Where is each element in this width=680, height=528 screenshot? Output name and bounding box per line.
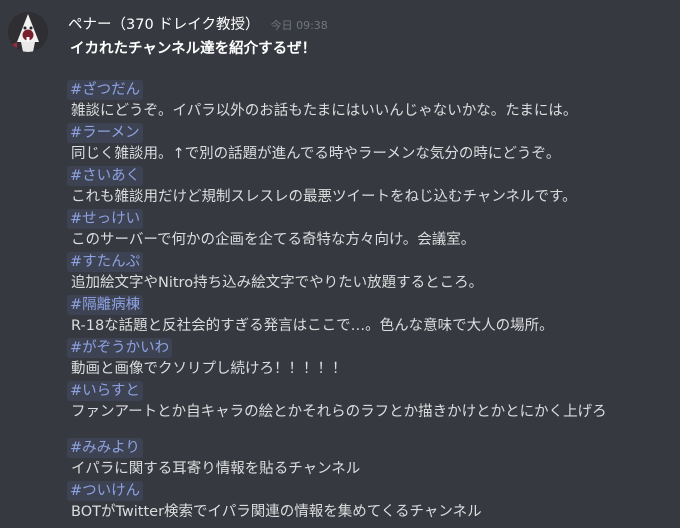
channel-description: 同じく雑談用。↑で別の話題が進んでる時やラーメンな気分の時にどうぞ。 [71, 146, 561, 162]
chat-message: ペナー（370 ドレイク教授） 今日 09:38 イカれたチャンネル達を紹介する… [0, 0, 680, 528]
channel-description: 追加絵文字やNitro持ち込み絵文字でやりたい放題するところ。 [71, 275, 484, 291]
message-timestamp: 今日 09:38 [270, 19, 328, 32]
channel-entry-sekkei: #せっけい このサーバーで何かの企画を企てる奇特な方々向け。会議室。 [67, 208, 678, 251]
channel-entry-tsuiken: #ついけん BOTがTwitter検索でイパラ関連の情報を集めてくるチャンネル [67, 480, 678, 523]
channel-description: 動画と画像でクソリプし続けろ！！！！！ [71, 361, 347, 377]
channel-list: #ざつだん 雑談にどうぞ。イパラ以外のお話もたまにはいいんじゃないかな。たまには… [67, 79, 678, 523]
channel-mention-mimiyori[interactable]: #みみより [67, 438, 143, 458]
channel-entry-stamp: #すたんぷ 追加絵文字やNitro持ち込み絵文字でやりたい放題するところ。 [67, 251, 678, 294]
channel-mention-saiaku[interactable]: #さいあく [67, 166, 144, 186]
channel-description: このサーバーで何かの企画を企てる奇特な方々向け。会議室。 [71, 232, 476, 248]
channel-mention-tsuiken[interactable]: #ついけん [67, 481, 144, 501]
channel-mention-stamp[interactable]: #すたんぷ [67, 252, 144, 272]
author-name[interactable]: ペナー（370 ドレイク教授） [68, 17, 260, 33]
message-header: ペナー（370 ドレイク教授） 今日 09:38 [68, 13, 328, 35]
channel-description: BOTがTwitter検索でイパラ関連の情報を集めてくるチャンネル [71, 504, 482, 520]
channel-entry-gazou: #がぞうかいわ 動画と画像でクソリプし続けろ！！！！！ [67, 337, 678, 380]
channel-entry-mimiyori: #みみより イパラに関する耳寄り情報を貼るチャンネル [67, 437, 678, 480]
message-headline: イカれたチャンネル達を紹介するぜ！ [70, 41, 317, 57]
channel-description: 雑談にどうぞ。イパラ以外のお話もたまにはいいんじゃないかな。たまには。 [71, 103, 578, 119]
channel-entry-illust: #いらすと ファンアートとか自キャラの絵とかそれらのラフとか描きかけとかとにかく… [67, 380, 678, 423]
channel-mention-kakuri[interactable]: #隔離病棟 [67, 295, 144, 315]
channel-entry-zatsudan: #ざつだん 雑談にどうぞ。イパラ以外のお話もたまにはいいんじゃないかな。たまには… [67, 79, 678, 122]
channel-mention-zatsudan[interactable]: #ざつだん [67, 80, 144, 100]
channel-mention-ramen[interactable]: #ラーメン [67, 123, 143, 143]
channel-description: イパラに関する耳寄り情報を貼るチャンネル [71, 461, 361, 477]
channel-description: R-18な話題と反社会的すぎる発言はここで…。色んな意味で大人の場所。 [71, 318, 554, 334]
channel-entry-kakuri: #隔離病棟 R-18な話題と反社会的すぎる発言はここで…。色んな意味で大人の場所… [67, 294, 678, 337]
channel-entry-ramen: #ラーメン 同じく雑談用。↑で別の話題が進んでる時やラーメンな気分の時にどうぞ。 [67, 122, 678, 165]
channel-mention-sekkei[interactable]: #せっけい [67, 209, 144, 229]
channel-mention-gazou[interactable]: #がぞうかいわ [67, 338, 173, 358]
channel-description: ファンアートとか自キャラの絵とかそれらのラフとか描きかけとかとにかく上げろ [71, 404, 607, 420]
channel-description: これも雑談用だけど規制スレスレの最悪ツイートをねじ込むチャンネルです。 [71, 189, 577, 205]
channel-mention-illust[interactable]: #いらすと [67, 381, 143, 401]
avatar-image [8, 12, 48, 52]
avatar[interactable] [8, 12, 48, 52]
channel-entry-saiaku: #さいあく これも雑談用だけど規制スレスレの最悪ツイートをねじ込むチャンネルです… [67, 165, 678, 208]
